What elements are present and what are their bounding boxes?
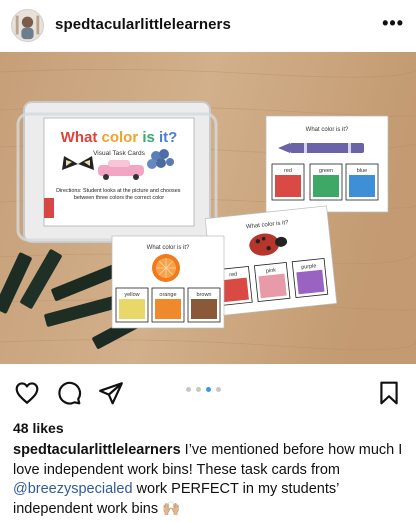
carousel-dot xyxy=(216,387,221,392)
post-username[interactable]: spedtacularlittlelearners xyxy=(55,16,231,33)
likes-count[interactable]: 48 likes xyxy=(13,420,64,436)
carousel-dot xyxy=(186,387,191,392)
avatar[interactable] xyxy=(11,9,44,42)
heart-icon[interactable] xyxy=(14,380,40,406)
comment-icon[interactable] xyxy=(56,380,82,406)
svg-text:orange: orange xyxy=(159,292,176,298)
orange-image xyxy=(152,254,180,282)
caption-emoji: 🙌🏼 xyxy=(162,500,181,517)
plastic-box: What color is it? Visual Task Cards Dire… xyxy=(16,101,218,243)
box-subtitle: Visual Task Cards xyxy=(93,150,146,157)
caption-mention[interactable]: @breezyspecialed xyxy=(13,481,133,497)
post-photo[interactable]: What color is it? Visual Task Cards Dire… xyxy=(0,52,416,364)
task-card-crayon[interactable]: What color is it? red green blue xyxy=(265,115,389,213)
crayon-image xyxy=(278,143,364,153)
box-title-text: What color is it? xyxy=(61,129,178,146)
svg-text:pink: pink xyxy=(266,268,277,275)
post-caption: spedtacularlittlelearners I’ve mentioned… xyxy=(13,441,408,519)
carousel-indicator xyxy=(186,387,221,392)
svg-text:green: green xyxy=(319,168,333,174)
task-card-orange[interactable]: What color is it? yellow orange brown xyxy=(111,235,225,329)
svg-text:brown: brown xyxy=(197,292,212,298)
carousel-dot-active xyxy=(206,387,211,392)
share-icon[interactable] xyxy=(98,380,124,406)
carousel-dot xyxy=(196,387,201,392)
caption-username[interactable]: spedtacularlittlelearners xyxy=(13,442,181,458)
action-bar xyxy=(0,370,416,414)
svg-text:What color is it?: What color is it? xyxy=(147,245,190,251)
svg-text:blue: blue xyxy=(357,168,367,174)
post-header: spedtacularlittlelearners ••• xyxy=(0,0,416,52)
task-card-ladybug[interactable]: What color is it? red pink purple xyxy=(204,205,338,317)
svg-text:red: red xyxy=(229,272,238,279)
svg-text:What color is it?: What color is it? xyxy=(306,127,349,133)
bookmark-icon[interactable] xyxy=(376,380,402,406)
more-icon[interactable]: ••• xyxy=(382,14,404,32)
svg-text:red: red xyxy=(284,168,292,174)
box-directions: Directions: Student looks at the picture… xyxy=(56,188,182,201)
svg-text:yellow: yellow xyxy=(124,292,139,298)
